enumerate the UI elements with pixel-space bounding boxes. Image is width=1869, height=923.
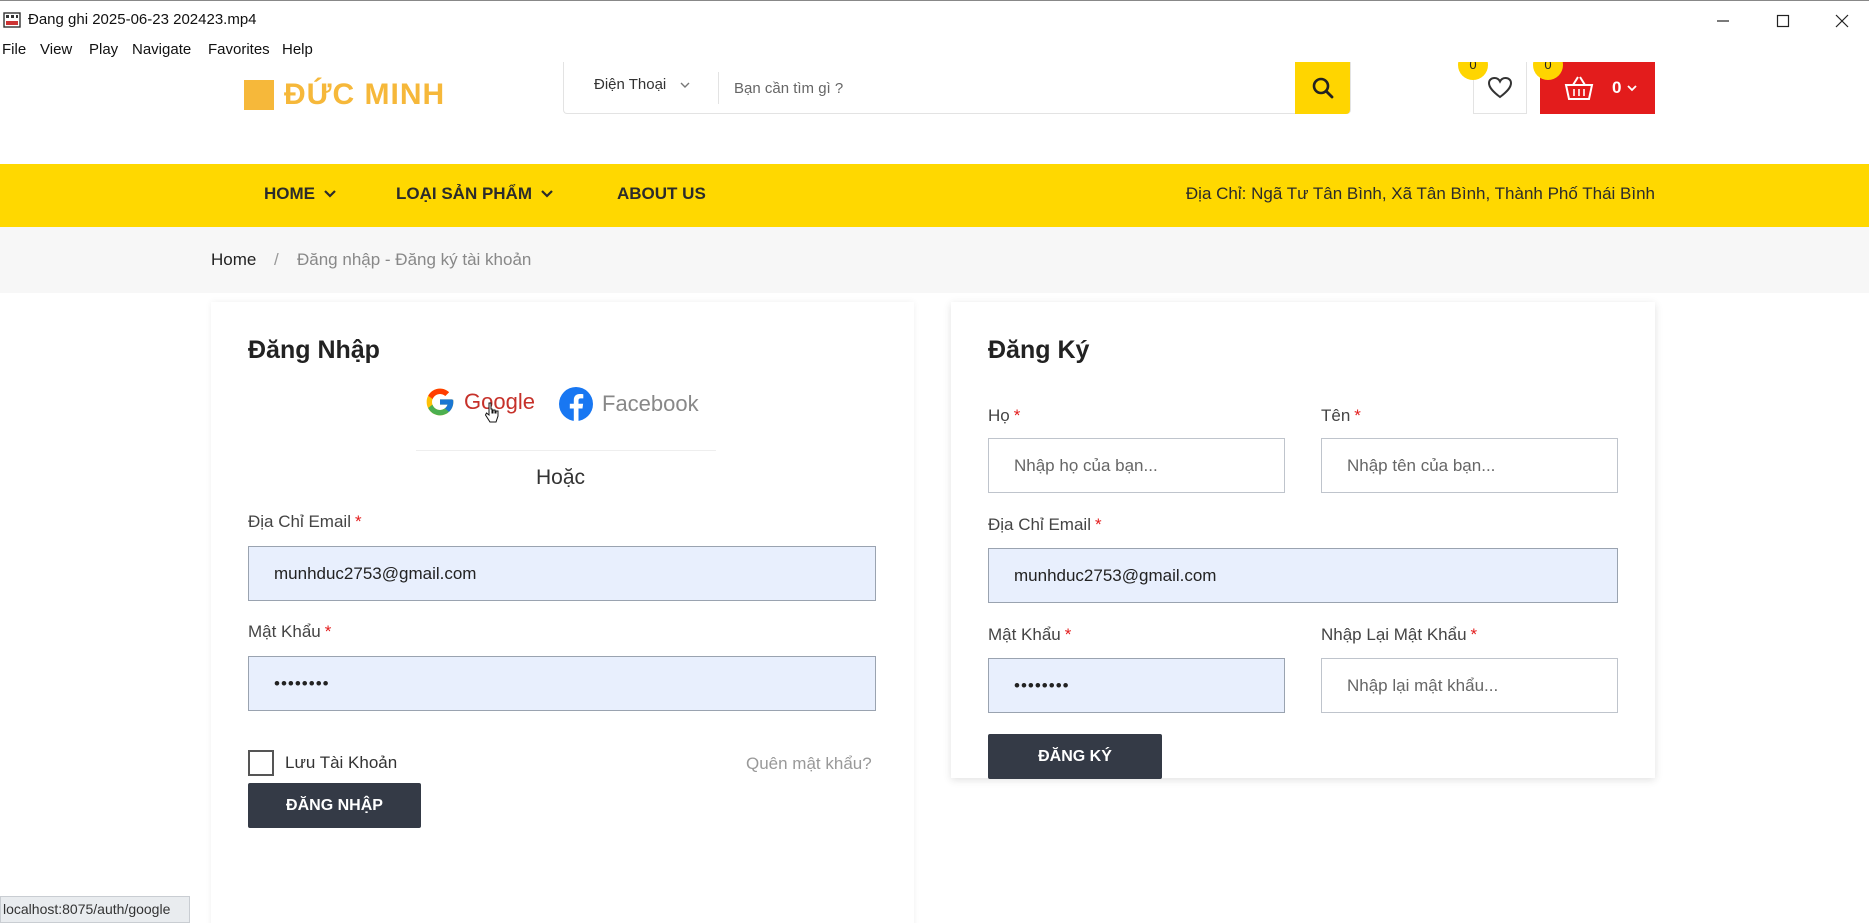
- register-title: Đăng Ký: [988, 336, 1090, 364]
- register-submit-button[interactable]: ĐĂNG KÝ: [988, 734, 1162, 779]
- window-titlebar: Đang ghi 2025-06-23 202423.mp4: [0, 0, 1869, 38]
- site-header: ĐỨC MINH Điện Thoại 0 0 0: [0, 62, 1869, 164]
- cart-total: 0: [1612, 78, 1622, 97]
- menu-view[interactable]: View: [40, 41, 72, 58]
- store-address: Địa Chỉ: Ngã Tư Tân Bình, Xã Tân Bình, T…: [1185, 184, 1655, 203]
- search-input[interactable]: [734, 70, 1254, 106]
- menu-file[interactable]: File: [2, 41, 26, 58]
- nav-home-label: HOME: [264, 184, 315, 203]
- nav-product-types[interactable]: LOẠI SẢN PHẨM: [396, 184, 554, 204]
- lastname-label: Họ *: [988, 406, 1021, 425]
- chevron-down-icon: [541, 190, 553, 198]
- chevron-down-icon: [1627, 85, 1638, 92]
- menu-navigate[interactable]: Navigate: [132, 41, 191, 58]
- facebook-login-label: Facebook: [602, 391, 699, 416]
- breadcrumb-separator: /: [274, 250, 279, 269]
- window-title: Đang ghi 2025-06-23 202423.mp4: [28, 11, 257, 28]
- logo-text: ĐỨC MINH: [284, 78, 446, 111]
- register-email-label: Địa Chỉ Email *: [988, 515, 1102, 534]
- minimize-button[interactable]: [1700, 7, 1746, 35]
- minimize-icon: [1717, 20, 1729, 22]
- menu-play[interactable]: Play: [89, 41, 118, 58]
- breadcrumb-home[interactable]: Home: [211, 250, 256, 270]
- chevron-down-icon: [680, 82, 690, 88]
- page-viewport: ĐỨC MINH Điện Thoại 0 0 0 HOME: [0, 62, 1869, 923]
- confirm-password-label: Nhập Lại Mật Khẩu *: [1321, 625, 1478, 644]
- maximize-button[interactable]: [1760, 7, 1806, 35]
- search-button[interactable]: [1295, 62, 1350, 114]
- logo-mark: [244, 80, 274, 110]
- register-password-label: Mật Khẩu *: [988, 625, 1072, 644]
- search-category-label: Điện Thoại: [594, 76, 667, 93]
- search-divider: [718, 72, 719, 104]
- login-panel: Đăng Nhập Google Facebook Hoặc Địa Chỉ E…: [211, 302, 914, 923]
- google-icon: [426, 388, 454, 416]
- firstname-input[interactable]: Nhập tên của bạn...: [1321, 438, 1618, 493]
- login-password-input[interactable]: ••••••••: [248, 656, 876, 711]
- confirm-password-input[interactable]: Nhập lại mật khẩu...: [1321, 658, 1618, 713]
- login-email-label: Địa Chỉ Email *: [248, 512, 362, 531]
- heart-icon: [1487, 76, 1513, 98]
- breadcrumb: Home / Đăng nhập - Đăng ký tài khoản: [0, 227, 1869, 293]
- nav-home[interactable]: HOME: [264, 184, 337, 204]
- basket-icon: [1564, 76, 1594, 100]
- site-logo[interactable]: ĐỨC MINH: [244, 78, 445, 112]
- chevron-down-icon: [324, 190, 336, 198]
- close-icon: [1835, 14, 1849, 28]
- register-password-input[interactable]: ••••••••: [988, 658, 1285, 713]
- social-divider: [416, 450, 716, 451]
- maximize-icon: [1776, 14, 1790, 28]
- search-category-select[interactable]: Điện Thoại: [594, 76, 690, 93]
- nav-about-us[interactable]: ABOUT US: [617, 184, 706, 204]
- firstname-label: Tên *: [1321, 406, 1361, 425]
- status-bar-url: localhost:8075/auth/google: [0, 896, 190, 923]
- menu-favorites[interactable]: Favorites: [208, 41, 270, 58]
- menu-bar: File View Play Navigate Favorites Help: [0, 38, 1869, 62]
- nav-product-types-label: LOẠI SẢN PHẨM: [396, 184, 532, 203]
- nav-about-us-label: ABOUT US: [617, 184, 706, 203]
- main-nav: HOME LOẠI SẢN PHẨM ABOUT US Địa Chỉ: Ngã…: [0, 164, 1869, 227]
- search-bar: Điện Thoại: [563, 62, 1351, 114]
- search-icon: [1312, 77, 1333, 99]
- register-email-input[interactable]: munhduc2753@gmail.com: [988, 548, 1618, 603]
- breadcrumb-current: Đăng nhập - Đăng ký tài khoản: [297, 250, 532, 269]
- login-submit-button[interactable]: ĐĂNG NHẬP: [248, 783, 421, 828]
- login-email-input[interactable]: munhduc2753@gmail.com: [248, 546, 876, 601]
- facebook-icon: [559, 387, 593, 421]
- remember-label: Lưu Tài Khoản: [285, 753, 398, 772]
- google-login-button[interactable]: Google: [424, 386, 535, 418]
- register-panel: Đăng Ký Họ * Nhập họ của bạn... Tên * Nhập…: [951, 302, 1655, 779]
- facebook-login-button[interactable]: Facebook: [558, 386, 699, 422]
- menu-help[interactable]: Help: [282, 41, 313, 58]
- mouse-cursor-icon: [484, 402, 499, 423]
- remember-checkbox[interactable]: [248, 750, 274, 776]
- lastname-input[interactable]: Nhập họ của bạn...: [988, 438, 1285, 493]
- login-title: Đăng Nhập: [248, 336, 380, 364]
- close-button[interactable]: [1819, 7, 1865, 35]
- forgot-password-link[interactable]: Quên mật khẩu?: [746, 754, 872, 774]
- login-password-label: Mật Khẩu *: [248, 622, 332, 641]
- media-player-icon: [3, 12, 21, 28]
